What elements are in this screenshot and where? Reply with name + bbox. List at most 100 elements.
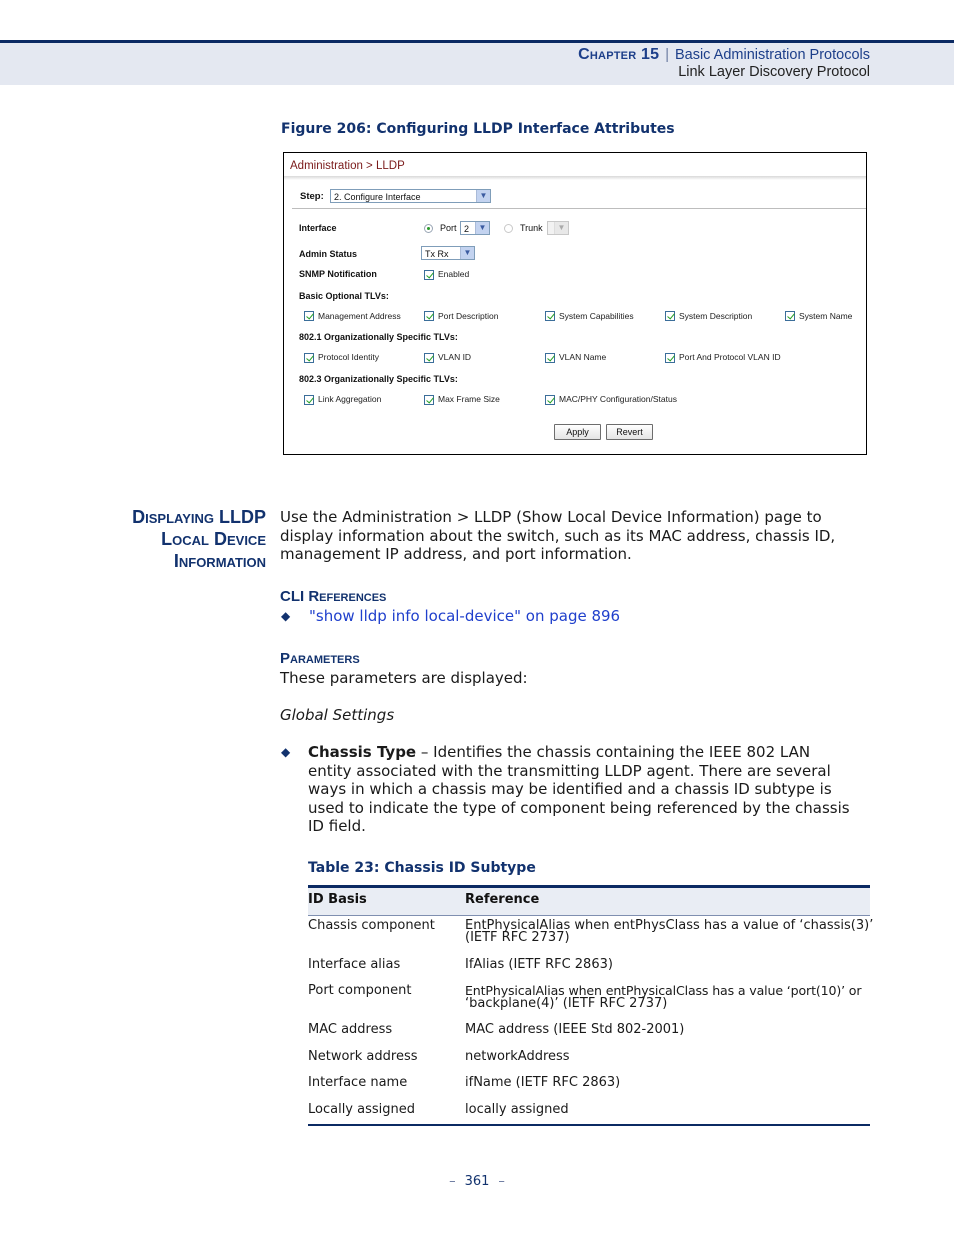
cell-reference: networkAddress: [465, 1049, 570, 1064]
running-header: Chapter 15 | Basic Administration Protocol…: [578, 46, 870, 64]
tlv-system-description-label: System Description: [679, 311, 753, 321]
cell-reference: ifName (IETF RFC 2863): [465, 1075, 621, 1090]
admin-status-value: Tx Rx: [425, 249, 449, 259]
tlv-link-aggregation-label: Link Aggregation: [318, 394, 382, 404]
page-dash: –: [449, 1174, 456, 1189]
chassis-type-paragraph: Chassis Type – Identifies the chassis co…: [308, 743, 878, 836]
cell-id-basis: Interface name: [308, 1075, 408, 1090]
tlv-port-protocol-vlan-id-checkbox[interactable]: [665, 353, 675, 363]
admin-status-label: Admin Status: [299, 249, 358, 259]
page-number: 361: [464, 1174, 490, 1189]
basic-tlvs-heading: Basic Optional TLVs:: [299, 291, 389, 301]
page-footer: –361–: [0, 1174, 954, 1189]
breadcrumb: Administration > LLDP: [290, 160, 405, 172]
step-divider: [292, 208, 866, 209]
tlv-protocol-identity-checkbox[interactable]: [304, 353, 314, 363]
tlv-system-name-label: System Name: [799, 311, 853, 321]
cell-id-basis: Interface alias: [308, 957, 401, 972]
step-select[interactable]: 2. Configure Interface ▼: [330, 189, 491, 203]
port-radio-label: Port: [440, 223, 457, 233]
tlv-system-capabilities-label: System Capabilities: [559, 311, 634, 321]
intro-line: Use the Administration > LLDP (Show Loca…: [280, 508, 822, 526]
cell-id-basis: Network address: [308, 1049, 418, 1064]
section-heading-line: Information: [173, 551, 266, 571]
tlv-vlan-name-label: VLAN Name: [559, 352, 607, 362]
snmp-enabled-checkbox[interactable]: [424, 270, 434, 280]
tlv-port-description-checkbox[interactable]: [424, 311, 434, 321]
cli-references-heading: CLI References: [280, 588, 387, 605]
column-header-id-basis: ID Basis: [308, 892, 367, 907]
apply-button[interactable]: Apply: [554, 424, 601, 440]
global-settings-label: Global Settings: [280, 706, 395, 724]
tlv-management-address-label: Management Address: [318, 311, 401, 321]
chevron-down-icon: ▼: [554, 222, 568, 234]
table-bottom-rule: [308, 1124, 870, 1126]
tlv-system-name-checkbox[interactable]: [785, 311, 795, 321]
intro-line: display information about the switch, su…: [280, 526, 836, 545]
parameters-intro: These parameters are displayed:: [280, 669, 528, 687]
trunk-select[interactable]: ▼: [547, 221, 569, 235]
figure-caption: Figure 206: Configuring LLDP Interface A…: [281, 121, 675, 137]
chassis-type-term: Chassis Type: [308, 743, 417, 761]
chassis-type-line: – Identifies the chassis containing the …: [416, 743, 811, 761]
chevron-down-icon: ▼: [476, 190, 490, 202]
page-dash: –: [498, 1174, 505, 1189]
table-header-row: [308, 888, 870, 915]
header-separator: |: [665, 47, 669, 63]
table-header-rule: [308, 915, 870, 916]
cell-id-basis: Chassis component: [308, 918, 435, 933]
cli-reference-link[interactable]: "show lldp info local-device" on page 89…: [309, 607, 620, 626]
cell-reference: locally assigned: [465, 1102, 569, 1117]
section-heading-line: Local Device: [161, 529, 266, 549]
step-label: Step:: [300, 191, 324, 202]
tlv-management-address-checkbox[interactable]: [304, 311, 314, 321]
tlv-system-description-checkbox[interactable]: [665, 311, 675, 321]
revert-button[interactable]: Revert: [606, 424, 653, 440]
tlv-max-frame-size-checkbox[interactable]: [424, 395, 434, 405]
dot1-tlvs-heading: 802.1 Organizationally Specific TLVs:: [299, 332, 458, 342]
cell-reference: IfAlias (IETF RFC 2863): [465, 957, 613, 972]
cell-reference-cont: ‘backplane(4)’ (IETF RFC 2737): [465, 996, 668, 1011]
tlv-vlan-id-label: VLAN ID: [438, 352, 472, 362]
tlv-mac-phy-label: MAC/PHY Configuration/Status: [559, 394, 677, 404]
step-select-value: 2. Configure Interface: [334, 192, 421, 202]
intro-line: management IP address, and port informat…: [280, 545, 632, 564]
tlv-port-protocol-vlan-id-label: Port And Protocol VLAN ID: [679, 352, 781, 362]
dot3-tlvs-heading: 802.3 Organizationally Specific TLVs:: [299, 374, 458, 384]
cell-reference: MAC address (IEEE Std 802-2001): [465, 1022, 685, 1037]
port-radio[interactable]: [424, 224, 433, 233]
section-heading: Displaying LLDP Local Device Information: [132, 506, 266, 572]
cell-id-basis: MAC address: [308, 1022, 393, 1037]
admin-status-select[interactable]: Tx Rx ▼: [421, 246, 475, 260]
chassis-type-line: entity associated with the transmitting …: [308, 761, 831, 780]
tlv-port-description-label: Port Description: [438, 311, 499, 321]
chapter-label: Chapter 15: [578, 46, 660, 63]
chevron-down-icon: ▼: [475, 222, 489, 234]
chassis-type-line: used to indicate the type of component b…: [308, 798, 850, 817]
tlv-link-aggregation-checkbox[interactable]: [304, 395, 314, 405]
trunk-radio-label: Trunk: [520, 223, 543, 233]
tlv-vlan-id-checkbox[interactable]: [424, 353, 434, 363]
chapter-title: Basic Administration Protocols: [674, 47, 870, 63]
section-heading-line: Displaying LLDP: [132, 507, 266, 527]
table-caption: Table 23: Chassis ID Subtype: [308, 860, 536, 876]
trunk-radio[interactable]: [504, 224, 513, 233]
chassis-type-line: ways in which a chassis may be identifie…: [308, 780, 832, 799]
tlv-vlan-name-checkbox[interactable]: [545, 353, 555, 363]
snmp-enabled-label: Enabled: [438, 269, 470, 279]
diamond-bullet-icon: ◆: [281, 745, 291, 759]
tlv-mac-phy-checkbox[interactable]: [545, 395, 555, 405]
lldp-config-screenshot: Administration > LLDP Step: 2. Configure…: [283, 152, 867, 455]
port-select-value: 2: [464, 224, 470, 234]
port-select[interactable]: 2 ▼: [460, 221, 490, 235]
column-header-reference: Reference: [465, 892, 540, 907]
tlv-system-capabilities-checkbox[interactable]: [545, 311, 555, 321]
tlv-protocol-identity-label: Protocol Identity: [318, 352, 379, 362]
parameters-heading: Parameters: [280, 650, 360, 667]
title-divider: [284, 176, 866, 180]
cell-id-basis: Locally assigned: [308, 1102, 415, 1117]
intro-paragraph: Use the Administration > LLDP (Show Loca…: [280, 508, 835, 564]
interface-label: Interface: [299, 223, 337, 233]
chassis-type-line: ID field.: [308, 817, 366, 836]
snmp-notification-label: SNMP Notification: [299, 269, 377, 279]
